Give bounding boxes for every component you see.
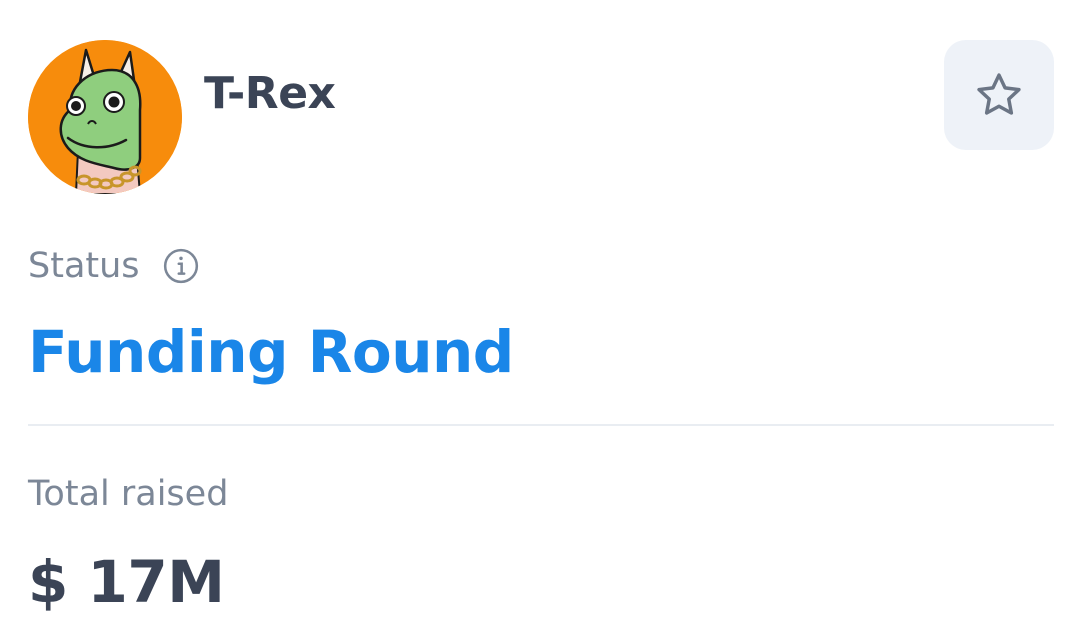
project-card: T-Rex Status Funding Round Total raised … [0,0,1080,644]
info-circle-icon[interactable] [162,247,200,285]
dino-avatar-icon [28,40,182,194]
total-raised-value: $ 17M [28,548,225,616]
project-header: T-Rex [28,40,1054,195]
project-name: T-Rex [204,68,336,119]
divider [28,424,1054,426]
star-outline-icon [977,73,1021,115]
status-row: Status [28,242,200,290]
total-raised-label: Total raised [28,474,229,514]
status-value: Funding Round [28,318,514,386]
favorite-button[interactable] [944,40,1054,150]
status-label: Status [28,246,140,286]
